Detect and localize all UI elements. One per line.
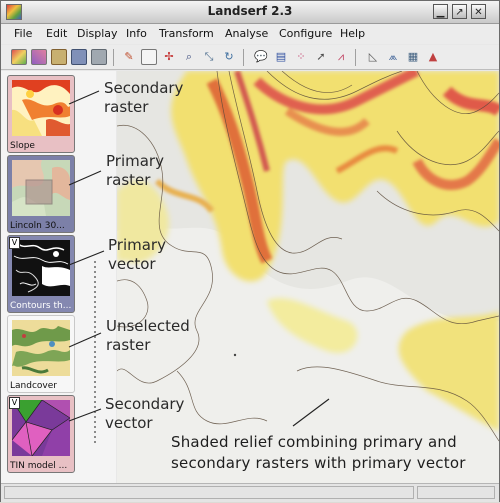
arrow-primary-vector — [68, 250, 105, 266]
status-message — [4, 486, 414, 499]
status-coordinates — [417, 486, 495, 499]
arrow-primary-raster — [68, 170, 102, 186]
arrow-secondary-raster — [68, 90, 100, 105]
vector-badge: V — [9, 237, 20, 249]
arrow-secondary-vector — [68, 408, 102, 422]
annotation-arrows — [68, 90, 330, 427]
arrow-shaded-relief — [292, 398, 330, 427]
status-bar — [1, 483, 499, 502]
landserf-window: Landserf 2.3 ▁ ↗ ✕ File Edit Display Inf… — [0, 0, 500, 502]
arrow-unselected-raster — [68, 332, 102, 348]
vector-badge: V — [9, 397, 20, 409]
